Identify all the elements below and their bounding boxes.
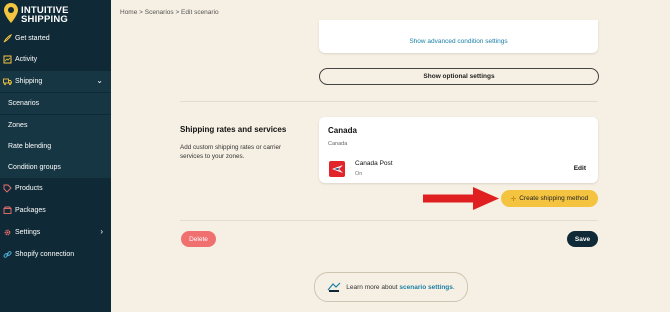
chevron-down-icon: ⌄ <box>96 76 103 85</box>
sidebar-item-packages[interactable]: Packages <box>0 200 111 221</box>
section-description: Add custom shipping rates or carrier ser… <box>180 144 282 160</box>
section-divider-bottom <box>180 220 598 221</box>
sidebar-item-rate-blending[interactable]: Rate blending <box>0 136 111 157</box>
learn-more-banner: Learn more about scenario settings. <box>314 272 468 302</box>
advanced-condition-settings-link[interactable]: Show advanced condition settings <box>319 38 598 45</box>
edit-carrier-button[interactable]: Edit <box>574 165 586 172</box>
save-button[interactable]: Save <box>567 231 598 247</box>
create-shipping-method-button[interactable]: ✛ Create shipping method <box>501 190 598 207</box>
delete-button[interactable]: Delete <box>181 231 216 247</box>
sidebar-item-label: Get started <box>15 35 50 42</box>
breadcrumb[interactable]: Home > Scenarios > Edit scenario <box>120 9 219 16</box>
sidebar-item-get-started[interactable]: Get started <box>0 28 111 49</box>
sidebar-item-label: Shipping <box>15 78 43 85</box>
sidebar-item-label: Zones <box>8 122 28 129</box>
conditions-card: Show advanced condition settings <box>319 20 598 53</box>
carrier-status: On <box>355 171 363 177</box>
learn-more-prefix: Learn more about <box>346 283 398 291</box>
sidebar-item-label: Condition groups <box>8 164 61 171</box>
sidebar-item-settings[interactable]: Settings › <box>0 222 111 243</box>
section-divider <box>180 101 598 102</box>
learn-more-suffix: . <box>452 283 455 291</box>
rocket-icon <box>3 34 12 43</box>
zone-name: Canada <box>328 126 357 135</box>
logo-text-line2: SHIPPING <box>21 14 68 25</box>
sidebar-item-activity[interactable]: Activity <box>0 49 111 70</box>
sidebar: INTUITIVE SHIPPING Get started Activity … <box>0 0 111 312</box>
gear-icon <box>3 228 12 237</box>
carrier-name: Canada Post <box>355 160 393 167</box>
canada-post-logo <box>329 161 345 177</box>
sidebar-item-condition-groups[interactable]: Condition groups <box>0 157 111 178</box>
canada-post-logo-mark <box>331 165 343 173</box>
scenario-settings-link[interactable]: scenario settings <box>399 284 452 291</box>
link-icon <box>3 250 12 259</box>
sidebar-item-label: Settings <box>15 229 41 236</box>
sidebar-item-label: Rate blending <box>8 143 52 150</box>
tag-icon <box>3 184 12 193</box>
sidebar-item-label: Shopify connection <box>15 251 75 258</box>
sidebar-item-label: Packages <box>15 207 46 214</box>
activity-icon <box>3 55 12 64</box>
sidebar-item-scenarios[interactable]: Scenarios <box>0 93 111 114</box>
truck-icon <box>3 77 12 86</box>
pin-icon <box>4 3 18 23</box>
learn-illustration-icon <box>327 282 341 292</box>
sidebar-item-label: Scenarios <box>8 100 40 107</box>
app-logo[interactable]: INTUITIVE SHIPPING <box>4 3 108 27</box>
sidebar-item-shopify-connection[interactable]: Shopify connection <box>0 244 111 265</box>
zone-region: Canada <box>328 141 348 147</box>
chevron-right-icon: › <box>100 227 103 236</box>
package-icon <box>3 206 12 215</box>
create-shipping-method-label: Create shipping method <box>519 195 589 202</box>
section-title: Shipping rates and services <box>180 125 287 134</box>
red-arrow-annotation <box>423 187 499 210</box>
sidebar-item-label: Activity <box>15 56 38 63</box>
sidebar-item-products[interactable]: Products <box>0 178 111 199</box>
show-optional-settings-button[interactable]: Show optional settings <box>319 68 599 85</box>
sidebar-item-label: Products <box>15 185 43 192</box>
sidebar-item-zones[interactable]: Zones <box>0 115 111 136</box>
sparkle-icon: ✛ <box>510 195 517 203</box>
zone-card: Canada Canada Canada Post On Edit <box>319 117 598 183</box>
sidebar-item-shipping[interactable]: Shipping ⌄ <box>0 71 111 92</box>
